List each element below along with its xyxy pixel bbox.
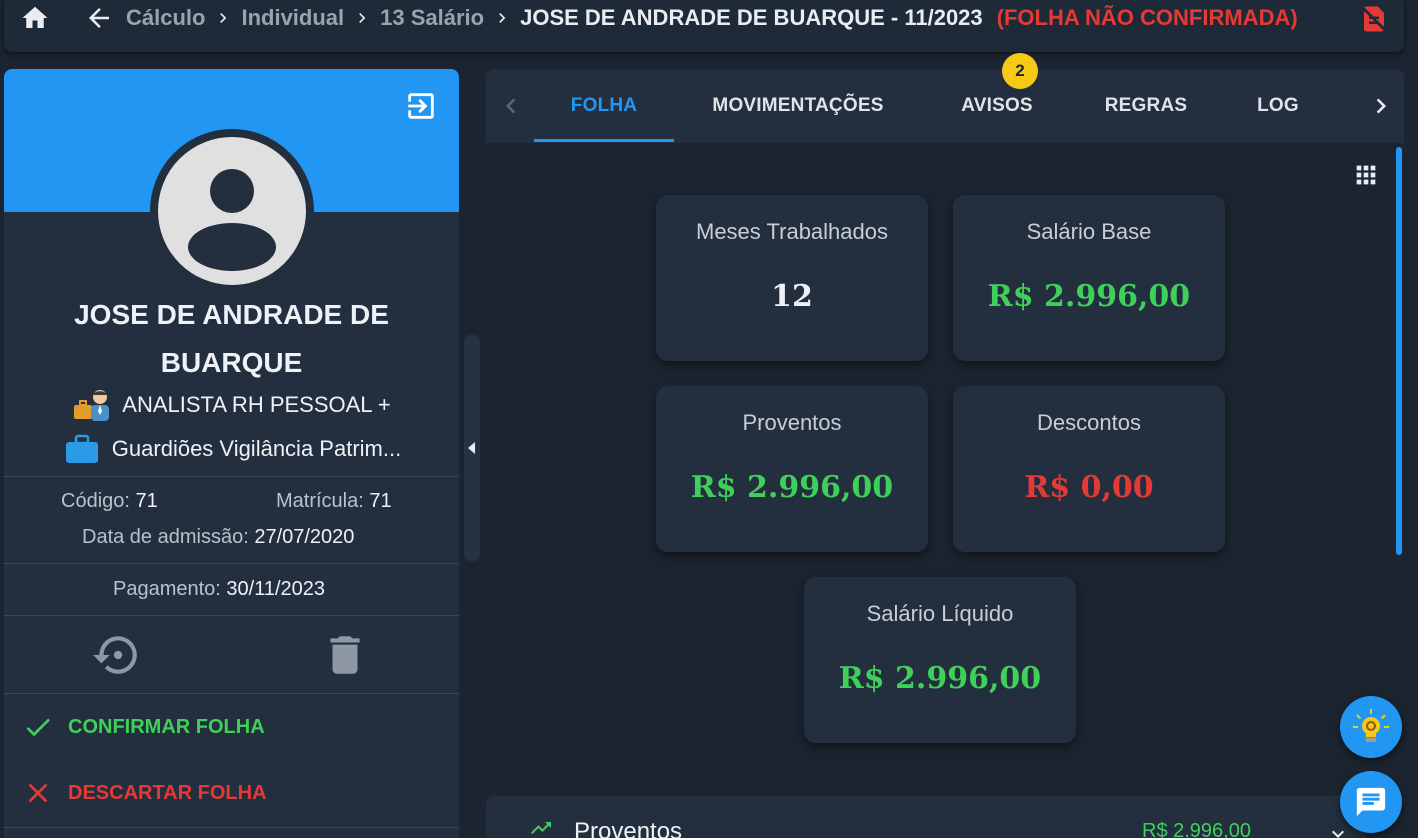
- scrollbar-thumb[interactable]: [1396, 147, 1402, 555]
- tab-scroll-left-icon[interactable]: [496, 91, 526, 121]
- top-bar: Cálculo Individual 13 Salário JOSE DE AN…: [4, 0, 1404, 52]
- admissao-field: Data de admissão: 27/07/2020: [82, 526, 459, 549]
- avisos-badge: 2: [1002, 53, 1038, 89]
- breadcrumb-current: JOSE DE ANDRADE DE BUARQUE - 11/2023: [520, 5, 983, 30]
- proventos-accordion[interactable]: Proventos R$ 2.996,00: [486, 796, 1366, 838]
- role-row: ANALISTA RH PESSOAL +: [4, 387, 459, 423]
- card-label: Proventos: [742, 410, 842, 435]
- matricula-value: 71: [369, 490, 392, 512]
- grid-view-icon[interactable]: [1352, 161, 1380, 189]
- print-disabled-icon[interactable]: [1359, 4, 1389, 34]
- codigo-field: Código: 71: [61, 490, 459, 513]
- tab-folha[interactable]: FOLHA: [534, 69, 674, 143]
- divider: [4, 827, 459, 828]
- tab-movimentacoes[interactable]: MOVIMENTAÇÕES: [698, 69, 898, 143]
- admissao-label: Data de admissão:: [82, 526, 249, 548]
- employee-name-line2: BUARQUE: [160, 347, 303, 378]
- divider: [4, 563, 459, 564]
- card-label: Descontos: [1037, 410, 1141, 435]
- restore-history-icon[interactable]: [91, 630, 141, 680]
- card-meses-trabalhados: Meses Trabalhados 12: [656, 195, 928, 361]
- chat-icon: [1354, 785, 1388, 819]
- card-descontos: Descontos R$ 0,00: [953, 386, 1225, 552]
- confirm-folha-label: CONFIRMAR FOLHA: [68, 715, 265, 738]
- card-value: R$ 2.996,00: [690, 470, 894, 505]
- company-text: Guardiões Vigilância Patrim...: [111, 436, 402, 461]
- chevron-down-icon[interactable]: [1326, 822, 1350, 838]
- card-salario-base: Salário Base R$ 2.996,00: [953, 195, 1225, 361]
- lightbulb-icon: [1351, 707, 1391, 747]
- pagamento-field: Pagamento: 30/11/2023: [113, 578, 459, 601]
- card-label: Meses Trabalhados: [696, 219, 888, 244]
- breadcrumb-13-salario[interactable]: 13 Salário: [380, 5, 484, 31]
- office-worker-icon: [72, 387, 112, 423]
- matricula-label: Matrícula:: [276, 490, 364, 512]
- card-label: Salário Líquido: [866, 601, 1014, 626]
- card-label: Salário Base: [1026, 219, 1152, 244]
- confirm-folha-button[interactable]: CONFIRMAR FOLHA: [22, 709, 265, 745]
- chevron-right-icon: [352, 8, 372, 28]
- accordion-title: Proventos: [574, 818, 683, 838]
- trending-up-icon: [526, 816, 556, 838]
- check-icon: [22, 711, 54, 743]
- admissao-value: 27/07/2020: [254, 526, 355, 548]
- avatar: [150, 129, 314, 293]
- card-value: R$ 0,00: [1024, 470, 1154, 505]
- exit-icon[interactable]: [403, 88, 439, 124]
- codigo-value: 71: [135, 490, 158, 512]
- tab-bar: FOLHA MOVIMENTAÇÕES AVISOS REGRAS LOG 2: [486, 53, 1404, 143]
- card-salario-liquido: Salário Líquido R$ 2.996,00: [804, 577, 1076, 743]
- collapse-left-icon[interactable]: [465, 438, 479, 458]
- card-value: 12: [771, 279, 813, 314]
- pagamento-value: 30/11/2023: [226, 578, 326, 600]
- chevron-right-icon: [213, 8, 233, 28]
- pagamento-label: Pagamento:: [113, 578, 221, 600]
- trash-icon[interactable]: [320, 630, 370, 680]
- employee-name: JOSE DE ANDRADE DE BUARQUE: [4, 291, 459, 387]
- discard-folha-button[interactable]: DESCARTAR FOLHA: [22, 775, 267, 811]
- active-tab-indicator: [534, 139, 674, 142]
- discard-folha-label: DESCARTAR FOLHA: [68, 781, 267, 804]
- tips-button[interactable]: [1340, 696, 1402, 758]
- briefcase-icon: [62, 431, 102, 467]
- divider: [4, 615, 459, 616]
- home-icon[interactable]: [20, 3, 50, 33]
- employee-profile-panel: JOSE DE ANDRADE DE BUARQUE ANALISTA RH P…: [4, 69, 459, 838]
- accordion-value: R$ 2.996,00: [1142, 820, 1251, 838]
- role-text: ANALISTA RH PESSOAL +: [122, 392, 391, 417]
- status-label: (FOLHA NÃO CONFIRMADA): [996, 5, 1298, 30]
- matricula-field: Matrícula: 71: [276, 490, 392, 513]
- employee-name-line1: JOSE DE ANDRADE DE: [74, 299, 389, 330]
- tab-regras[interactable]: REGRAS: [1091, 69, 1201, 143]
- divider: [4, 476, 459, 477]
- card-proventos: Proventos R$ 2.996,00: [656, 386, 928, 552]
- close-icon: [22, 777, 54, 809]
- back-arrow-icon[interactable]: [84, 3, 114, 33]
- chat-button[interactable]: [1340, 771, 1402, 833]
- tab-log[interactable]: LOG: [1238, 69, 1318, 143]
- breadcrumb-calculo[interactable]: Cálculo: [126, 5, 205, 31]
- card-value: R$ 2.996,00: [987, 279, 1191, 314]
- breadcrumb: Cálculo Individual 13 Salário JOSE DE AN…: [126, 4, 1298, 32]
- codigo-label: Código:: [61, 490, 130, 512]
- divider: [4, 693, 459, 694]
- tab-scroll-right-icon[interactable]: [1366, 91, 1396, 121]
- folha-content: FOLHA MOVIMENTAÇÕES AVISOS REGRAS LOG 2 …: [486, 53, 1404, 838]
- chevron-right-icon: [492, 8, 512, 28]
- breadcrumb-individual[interactable]: Individual: [241, 5, 344, 31]
- company-row: Guardiões Vigilância Patrim...: [4, 431, 459, 467]
- card-value: R$ 2.996,00: [838, 661, 1042, 696]
